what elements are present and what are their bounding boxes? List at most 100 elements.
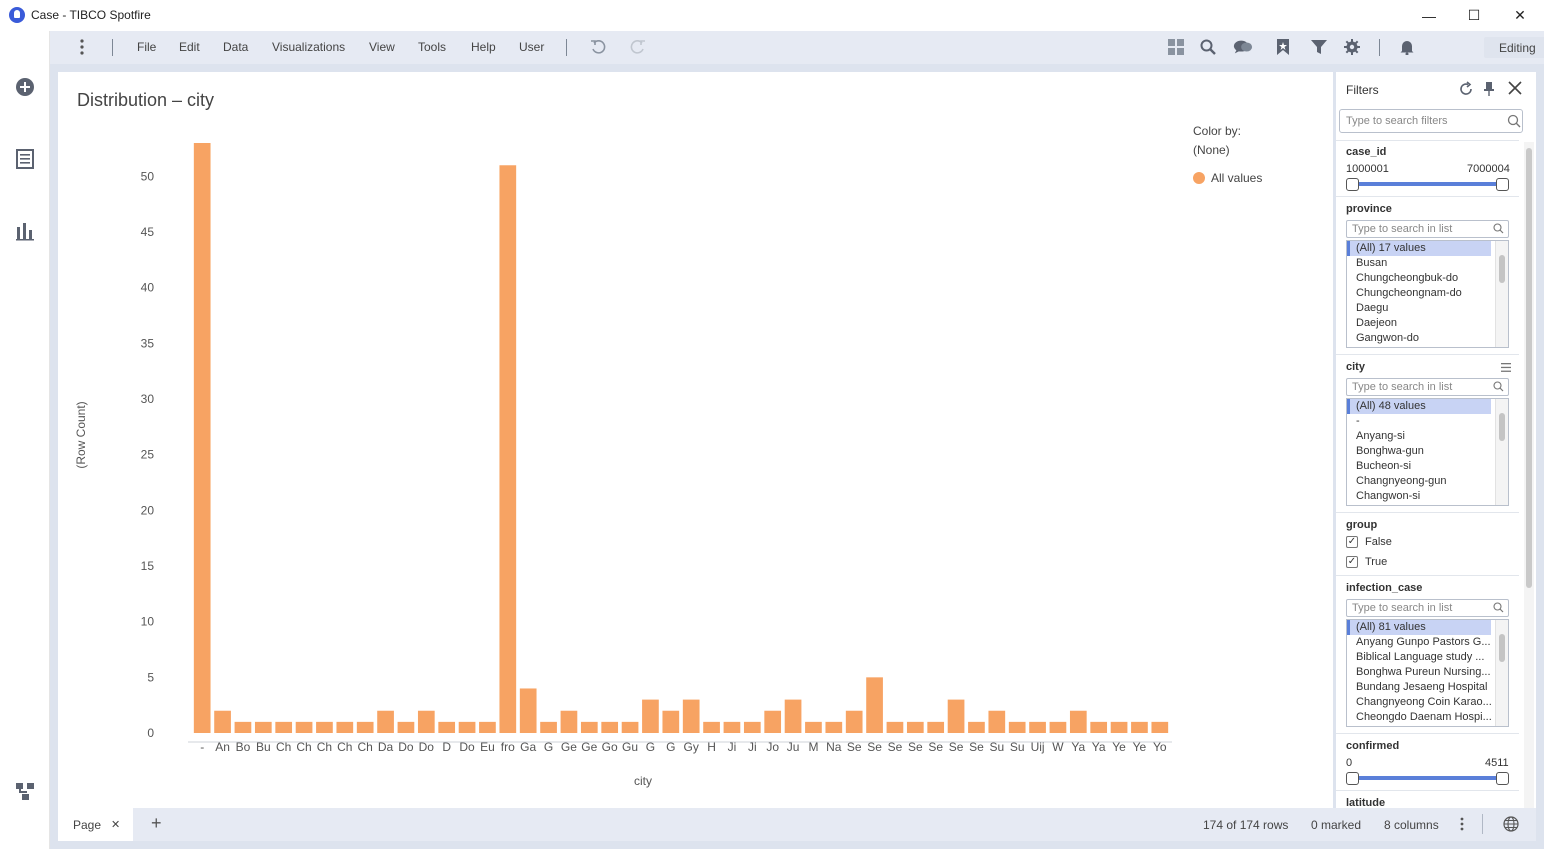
undo-icon[interactable] xyxy=(588,38,608,56)
bar[interactable] xyxy=(295,721,313,733)
bars[interactable] xyxy=(193,143,1169,733)
bar[interactable] xyxy=(662,710,680,733)
list-item[interactable]: Changwon-si xyxy=(1347,489,1491,504)
bar[interactable] xyxy=(499,165,517,733)
x-tick-label[interactable]: Ya xyxy=(1071,740,1085,754)
close-window-button[interactable]: ✕ xyxy=(1497,0,1543,31)
bar[interactable] xyxy=(377,710,394,733)
list-item[interactable]: Chungcheongnam-do xyxy=(1347,286,1491,301)
x-tick-label[interactable]: Se xyxy=(888,740,903,754)
maximize-button[interactable]: ☐ xyxy=(1451,0,1497,31)
x-tick-label[interactable]: Se xyxy=(928,740,943,754)
group-false-checkbox[interactable]: ✓ xyxy=(1346,536,1358,548)
group-true-label[interactable]: True xyxy=(1365,556,1387,568)
bar[interactable] xyxy=(1008,721,1026,733)
bar[interactable] xyxy=(458,721,476,733)
filter-menu-icon[interactable] xyxy=(1501,359,1511,377)
bar[interactable] xyxy=(825,721,843,733)
close-page-icon[interactable]: ✕ xyxy=(111,818,120,831)
globe-icon[interactable] xyxy=(1503,816,1519,837)
reset-filters-icon[interactable] xyxy=(1458,81,1474,102)
bookmark-icon[interactable] xyxy=(1273,38,1293,56)
x-tick-label[interactable]: Eu xyxy=(480,740,495,754)
legend-entry[interactable]: All values xyxy=(1211,171,1262,185)
x-axis-title[interactable]: city xyxy=(634,774,652,788)
bar[interactable] xyxy=(417,710,435,733)
province-list-scrollbar[interactable] xyxy=(1495,241,1508,347)
bar[interactable] xyxy=(193,143,211,733)
add-page-button[interactable]: + xyxy=(151,813,162,834)
data-canvas-icon[interactable] xyxy=(15,781,35,801)
bar[interactable] xyxy=(356,721,374,733)
data-table-icon[interactable] xyxy=(15,149,35,169)
visualizations-bar-icon[interactable] xyxy=(15,221,35,241)
bar[interactable] xyxy=(1131,721,1148,733)
bar[interactable] xyxy=(275,721,293,733)
y-axis-title[interactable]: (Row Count) xyxy=(74,401,88,468)
group-false-label[interactable]: False xyxy=(1365,536,1392,548)
list-item[interactable]: Daejeon xyxy=(1347,316,1491,331)
x-tick-label[interactable]: Se xyxy=(949,740,964,754)
menu-file[interactable]: File xyxy=(137,40,156,54)
group-true-checkbox[interactable]: ✓ xyxy=(1346,556,1358,568)
list-item[interactable]: (All) 81 values xyxy=(1347,620,1491,635)
bar[interactable] xyxy=(540,721,557,733)
confirmed-range-track[interactable] xyxy=(1352,776,1502,780)
list-item[interactable]: Bundang Jesaeng Hospital xyxy=(1347,680,1491,695)
list-item[interactable]: Busan xyxy=(1347,256,1491,271)
bar[interactable] xyxy=(988,710,1006,733)
city-list[interactable]: (All) 48 values - Anyang-si Bonghwa-gun … xyxy=(1346,398,1509,506)
x-tick-label[interactable]: D xyxy=(442,740,451,754)
bar[interactable] xyxy=(560,710,578,733)
bar[interactable] xyxy=(703,721,720,733)
x-tick-label[interactable]: Ye xyxy=(1112,740,1126,754)
x-tick-label[interactable]: Uij xyxy=(1031,740,1045,754)
x-tick-label[interactable]: Su xyxy=(1010,740,1025,754)
bar[interactable] xyxy=(234,721,252,733)
x-tick-label[interactable]: Se xyxy=(908,740,923,754)
notifications-bell-icon[interactable] xyxy=(1397,38,1417,56)
bar[interactable] xyxy=(723,721,741,733)
bar[interactable] xyxy=(1049,721,1067,733)
infection-case-list[interactable]: (All) 81 values Anyang Gunpo Pastors G..… xyxy=(1346,619,1509,727)
collaboration-chat-icon[interactable] xyxy=(1233,38,1253,56)
x-tick-label[interactable]: Yo xyxy=(1153,740,1167,754)
list-item[interactable]: Biblical Language study ... xyxy=(1347,650,1491,665)
bar[interactable] xyxy=(1029,721,1046,733)
list-item[interactable]: - xyxy=(1347,414,1491,429)
bar[interactable] xyxy=(906,721,924,733)
x-tick-label[interactable]: Do xyxy=(459,740,475,754)
bar[interactable] xyxy=(519,688,537,733)
page-tab[interactable]: Page ✕ xyxy=(58,808,133,841)
list-item[interactable]: Changnyeong Coin Karao... xyxy=(1347,695,1491,710)
x-tick-label[interactable]: Na xyxy=(826,740,842,754)
bar[interactable] xyxy=(621,721,639,733)
list-item[interactable]: Bonghwa Pureun Nursing... xyxy=(1347,665,1491,680)
x-tick-label[interactable]: - xyxy=(200,740,204,754)
x-tick-label[interactable]: Ye xyxy=(1133,740,1147,754)
bar[interactable] xyxy=(805,721,822,733)
bar[interactable] xyxy=(927,721,945,733)
x-tick-label[interactable]: Ji xyxy=(728,740,737,754)
bar[interactable] xyxy=(682,699,700,733)
x-tick-label[interactable]: Bo xyxy=(236,740,251,754)
filters-search-input[interactable]: Type to search filters xyxy=(1339,109,1523,133)
x-tick-label[interactable]: Ge xyxy=(581,740,597,754)
bar[interactable] xyxy=(743,721,761,733)
confirmed-min-handle[interactable] xyxy=(1346,772,1359,785)
case-id-range-track[interactable] xyxy=(1352,182,1502,186)
x-tick-label[interactable]: Se xyxy=(867,740,882,754)
x-tick-label[interactable]: Ju xyxy=(787,740,800,754)
x-tick-label[interactable]: Gy xyxy=(684,740,699,754)
scrollbar-thumb[interactable] xyxy=(1499,255,1505,283)
bar[interactable] xyxy=(214,710,231,733)
menu-data[interactable]: Data xyxy=(223,40,248,54)
x-tick-label[interactable]: Ji xyxy=(748,740,757,754)
x-tick-label[interactable]: fro xyxy=(501,740,515,754)
mode-select[interactable]: Editing xyxy=(1484,37,1544,58)
bar[interactable] xyxy=(1069,710,1087,733)
list-item[interactable]: Anyang Gunpo Pastors G... xyxy=(1347,635,1491,650)
infection-case-search-input[interactable]: Type to search in list xyxy=(1346,599,1509,617)
case-id-max-handle[interactable] xyxy=(1496,178,1509,191)
x-tick-label[interactable]: Do xyxy=(419,740,435,754)
